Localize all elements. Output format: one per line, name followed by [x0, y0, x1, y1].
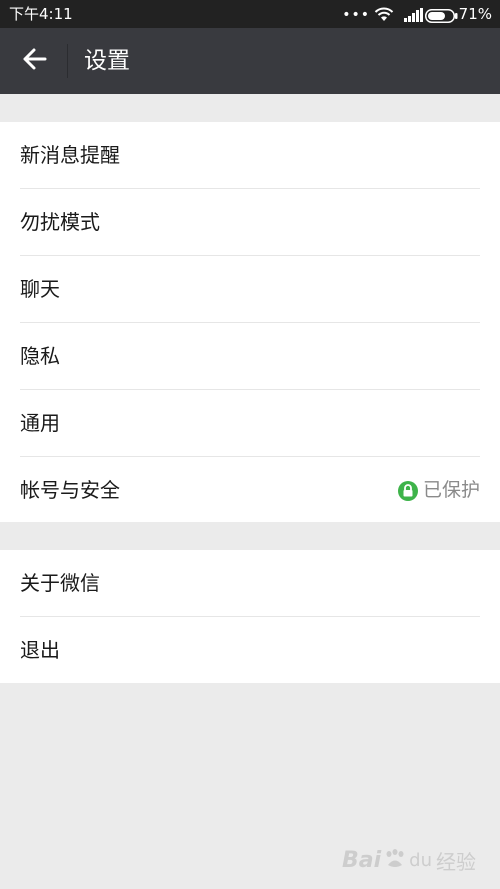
paw-icon [383, 847, 407, 875]
settings-item-label: 帐号与安全 [20, 478, 120, 502]
battery-icon [425, 8, 458, 27]
battery-percent: 71% [458, 5, 492, 23]
settings-item-general[interactable]: 通用 [0, 390, 500, 457]
status-icons: ••• 71% [322, 5, 492, 23]
status-time: 下午4:11 [9, 5, 73, 23]
settings-item-logout[interactable]: 退出 [0, 617, 500, 683]
settings-item-label: 隐私 [20, 344, 60, 368]
status-bar: 下午4:11 ••• 71% [0, 0, 500, 28]
settings-item-label: 聊天 [20, 277, 60, 301]
settings-group-main: 新消息提醒 勿扰模式 聊天 隐私 通用 帐号与安全 已保护 [0, 122, 500, 522]
settings-item-label: 关于微信 [20, 571, 100, 595]
baidu-jingyan-watermark: Bai du 经验 [342, 846, 476, 875]
more-dots-icon: ••• [342, 7, 370, 23]
protected-status-badge: 已保护 [397, 478, 480, 503]
settings-item-label: 通用 [20, 411, 60, 435]
settings-item-label: 新消息提醒 [20, 143, 120, 167]
watermark-bai-text: Bai [342, 848, 382, 873]
app-bar-divider [67, 44, 68, 78]
status-badge-text: 已保护 [422, 479, 480, 501]
settings-item-privacy[interactable]: 隐私 [0, 323, 500, 390]
wifi-icon [374, 7, 394, 26]
watermark-jingyan-text: 经验 [436, 850, 476, 874]
settings-item-chat[interactable]: 聊天 [0, 256, 500, 323]
settings-group-secondary: 关于微信 退出 [0, 550, 500, 683]
settings-item-new-message-alerts[interactable]: 新消息提醒 [0, 122, 500, 189]
arrow-left-icon [21, 47, 47, 75]
back-button[interactable] [8, 37, 60, 85]
page-title: 设置 [84, 48, 130, 74]
settings-item-label: 退出 [20, 638, 60, 662]
lock-icon [397, 480, 418, 501]
signal-icon [404, 7, 424, 26]
settings-item-label: 勿扰模式 [20, 210, 100, 234]
settings-item-about-wechat[interactable]: 关于微信 [0, 550, 500, 617]
app-bar: 设置 [0, 28, 500, 94]
settings-item-do-not-disturb[interactable]: 勿扰模式 [0, 189, 500, 256]
settings-item-account-security[interactable]: 帐号与安全 已保护 [0, 457, 500, 523]
watermark-du-text: du [409, 850, 432, 871]
